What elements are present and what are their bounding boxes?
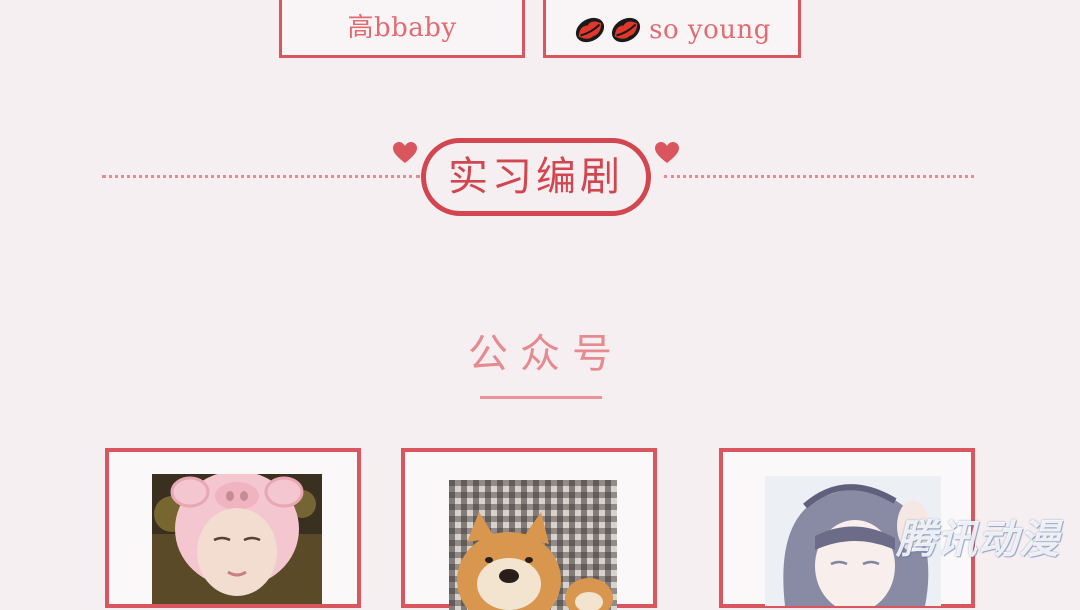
name-card-gao-bbaby: 高bbaby <box>279 0 525 58</box>
photo-card[interactable] <box>105 448 361 608</box>
section-title: 实习编剧 <box>448 154 624 200</box>
sub-section-title: 公众号 <box>468 331 624 377</box>
avatar-shiba-dog <box>449 480 617 610</box>
name-card-so-young: so young <box>543 0 801 58</box>
avatar-girl-pig-hat <box>152 474 322 604</box>
dotted-divider-left <box>102 175 420 178</box>
watermark-text: 腾讯动漫 <box>896 517 1060 563</box>
lips-icon <box>576 17 605 43</box>
dotted-divider-right <box>664 175 974 178</box>
section-title-pill: 实习编剧 <box>421 138 651 216</box>
photo-card[interactable] <box>401 448 657 610</box>
name-text-left: 高bbaby <box>347 13 457 43</box>
lips-icon <box>612 17 641 43</box>
name-text-right: so young <box>649 15 771 45</box>
heart-icon <box>393 142 417 163</box>
sub-section-underline <box>480 396 602 399</box>
heart-icon <box>655 142 679 163</box>
